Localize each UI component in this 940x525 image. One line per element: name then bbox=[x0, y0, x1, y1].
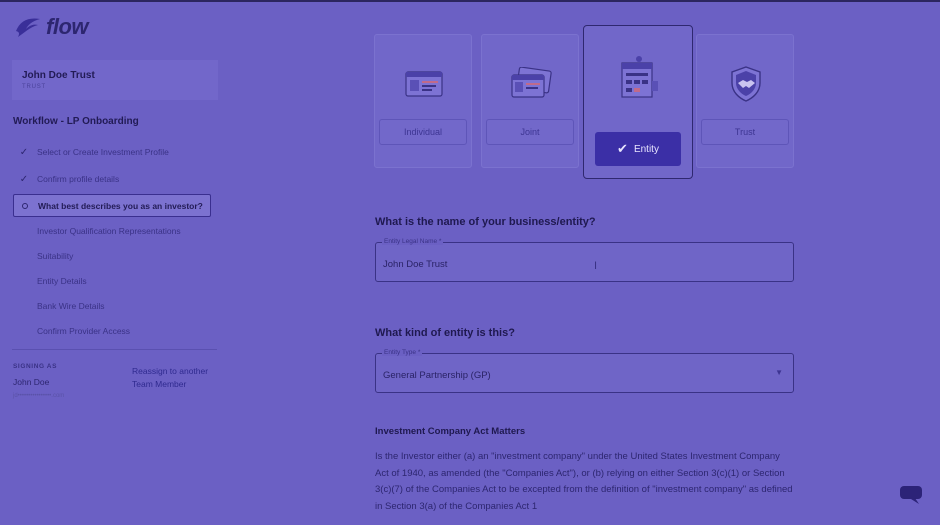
entity-legal-name-value: John Doe Trust bbox=[383, 259, 448, 270]
signing-email: jd••••••••••••••••.com bbox=[13, 393, 65, 399]
signing-name: John Doe bbox=[13, 377, 50, 387]
entity-legal-name-label: Entity Legal Name * bbox=[382, 238, 444, 245]
step-investor-type[interactable]: What best describes you as an investor? bbox=[13, 194, 211, 217]
check-icon: ✓ bbox=[19, 173, 29, 185]
id-card-icon bbox=[399, 63, 449, 105]
flow-logo-icon bbox=[16, 18, 40, 37]
step-label: Confirm Provider Access bbox=[37, 326, 131, 336]
profile-type: TRUST bbox=[22, 84, 46, 90]
profile-name: John Doe Trust bbox=[22, 70, 95, 81]
sidebar: flow John Doe Trust TRUST Workflow - LP … bbox=[0, 2, 228, 525]
profile-card[interactable]: John Doe Trust TRUST bbox=[12, 60, 218, 100]
investor-type-entity[interactable]: ✔ Entity bbox=[583, 25, 693, 179]
investor-type-individual[interactable]: Individual bbox=[374, 34, 472, 168]
step-confirm-profile[interactable]: ✓ Confirm profile details bbox=[13, 168, 211, 190]
logo-text: flow bbox=[46, 14, 89, 39]
circle-icon bbox=[14, 202, 36, 209]
two-cards-icon bbox=[506, 63, 556, 105]
entity-button-label: Entity bbox=[633, 143, 659, 155]
step-qualification[interactable]: Investor Qualification Representations bbox=[13, 220, 211, 242]
entity-type-select[interactable]: Entity Type * General Partnership (GP) ▼ bbox=[375, 349, 794, 393]
step-label: Bank Wire Details bbox=[37, 301, 105, 311]
sidebar-divider bbox=[12, 349, 217, 350]
ica-title: Investment Company Act Matters bbox=[375, 426, 526, 437]
joint-button[interactable]: Joint bbox=[486, 119, 574, 145]
step-bank-wire[interactable]: Bank Wire Details bbox=[13, 295, 211, 317]
check-icon: ✔ bbox=[617, 141, 628, 156]
step-label: Suitability bbox=[37, 251, 74, 261]
entity-button[interactable]: ✔ Entity bbox=[595, 132, 681, 166]
step-label: Entity Details bbox=[37, 276, 87, 286]
step-label: What best describes you as an investor? bbox=[38, 200, 203, 211]
entity-type-label: Entity Type * bbox=[382, 349, 423, 356]
entity-type-value: General Partnership (GP) bbox=[383, 370, 491, 381]
step-select-profile[interactable]: ✓ Select or Create Investment Profile bbox=[13, 141, 211, 163]
handshake-shield-icon bbox=[721, 63, 771, 105]
trust-button[interactable]: Trust bbox=[701, 119, 789, 145]
step-provider-access[interactable]: Confirm Provider Access bbox=[13, 320, 211, 342]
step-suitability[interactable]: Suitability bbox=[13, 245, 211, 267]
step-entity-details[interactable]: Entity Details bbox=[13, 270, 211, 292]
text-cursor-icon: I bbox=[594, 260, 598, 272]
chat-widget-button[interactable] bbox=[893, 478, 927, 512]
entity-type-question: What kind of entity is this? bbox=[375, 327, 515, 339]
chat-bubble-icon bbox=[900, 486, 922, 504]
investor-type-trust[interactable]: Trust bbox=[696, 34, 794, 168]
building-icon bbox=[614, 56, 664, 98]
chevron-down-icon: ▼ bbox=[775, 368, 783, 377]
step-label: Confirm profile details bbox=[37, 174, 120, 184]
signing-as-label: SIGNING AS bbox=[13, 363, 58, 370]
entity-name-question: What is the name of your business/entity… bbox=[375, 216, 596, 228]
ica-text: Is the Investor either (a) an "investmen… bbox=[375, 451, 793, 512]
step-label: Select or Create Investment Profile bbox=[37, 147, 169, 157]
individual-button[interactable]: Individual bbox=[379, 119, 467, 145]
check-icon: ✓ bbox=[19, 146, 29, 158]
logo[interactable]: flow bbox=[14, 14, 89, 40]
step-label: Investor Qualification Representations bbox=[37, 226, 181, 236]
workflow-title: Workflow - LP Onboarding bbox=[13, 116, 139, 127]
reassign-link[interactable]: Reassign to another Team Member bbox=[132, 365, 222, 391]
investor-type-joint[interactable]: Joint bbox=[481, 34, 579, 168]
entity-legal-name-field[interactable]: Entity Legal Name * John Doe Trust bbox=[375, 238, 794, 282]
